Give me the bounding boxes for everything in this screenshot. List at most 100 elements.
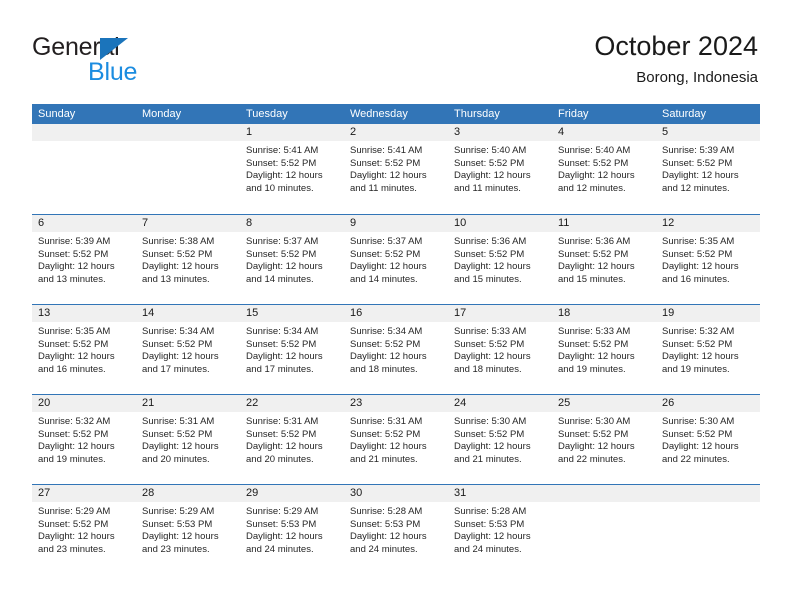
day-sun-info: Sunrise: 5:37 AM Sunset: 5:52 PM Daylight:… [240, 232, 344, 286]
daylight-text: Daylight: 12 hours and 12 minutes. [558, 170, 635, 194]
day-number [136, 124, 240, 141]
sunrise-text: Sunrise: 5:30 AM [662, 416, 735, 427]
calendar-day-cell[interactable]: 17 Sunrise: 5:33 AM Sunset: 5:52 PM Dayligh… [448, 305, 552, 394]
calendar-day-cell[interactable]: 5 Sunrise: 5:39 AM Sunset: 5:52 PM Daylight… [656, 124, 760, 214]
calendar-day-cell[interactable]: 26 Sunrise: 5:30 AM Sunset: 5:52 PM Dayligh… [656, 395, 760, 484]
sunset-text: Sunset: 5:52 PM [350, 248, 421, 260]
sunset-text: Sunset: 5:52 PM [142, 338, 213, 350]
title-block: October 2024 Borong, Indonesia [594, 30, 758, 88]
day-of-week-tuesday: Tuesday [246, 108, 288, 120]
day-of-week-sunday: Sunday [38, 108, 76, 120]
sunset-text: Sunset: 5:52 PM [558, 428, 629, 440]
calendar-day-cell[interactable]: 23 Sunrise: 5:31 AM Sunset: 5:52 PM Dayligh… [344, 395, 448, 484]
calendar-day-cell[interactable]: 4 Sunrise: 5:40 AM Sunset: 5:52 PM Daylight… [552, 124, 656, 214]
day-sun-info: Sunrise: 5:31 AM Sunset: 5:52 PM Daylight:… [240, 412, 344, 466]
calendar-day-cell[interactable]: 25 Sunrise: 5:30 AM Sunset: 5:52 PM Dayligh… [552, 395, 656, 484]
day-of-week-thursday: Thursday [454, 108, 500, 120]
calendar-day-cell[interactable]: 31 Sunrise: 5:28 AM Sunset: 5:53 PM Dayligh… [448, 485, 552, 574]
day-number [32, 124, 136, 141]
daylight-text: Daylight: 12 hours and 23 minutes. [142, 531, 219, 555]
calendar-week-row: 20 Sunrise: 5:32 AM Sunset: 5:52 PM Dayligh… [32, 394, 760, 484]
calendar-day-cell[interactable]: 8 Sunrise: 5:37 AM Sunset: 5:52 PM Daylight… [240, 215, 344, 304]
sunrise-text: Sunrise: 5:30 AM [558, 416, 631, 427]
sunrise-text: Sunrise: 5:35 AM [662, 236, 735, 247]
sunrise-text: Sunrise: 5:37 AM [350, 236, 423, 247]
day-number: 23 [344, 395, 448, 412]
calendar-day-cell[interactable]: 29 Sunrise: 5:29 AM Sunset: 5:53 PM Dayligh… [240, 485, 344, 574]
day-number: 28 [136, 485, 240, 502]
calendar-day-cell[interactable]: 3 Sunrise: 5:40 AM Sunset: 5:52 PM Daylight… [448, 124, 552, 214]
day-sun-info: Sunrise: 5:34 AM Sunset: 5:52 PM Daylight:… [240, 322, 344, 376]
calendar-day-cell-empty [136, 124, 240, 214]
calendar-day-cell[interactable]: 9 Sunrise: 5:37 AM Sunset: 5:52 PM Daylight… [344, 215, 448, 304]
calendar-day-cell[interactable]: 6 Sunrise: 5:39 AM Sunset: 5:52 PM Daylight… [32, 215, 136, 304]
calendar-week-row: 27 Sunrise: 5:29 AM Sunset: 5:52 PM Dayligh… [32, 484, 760, 574]
daylight-text: Daylight: 12 hours and 13 minutes. [38, 261, 115, 285]
daylight-text: Daylight: 12 hours and 19 minutes. [38, 441, 115, 465]
sunset-text: Sunset: 5:52 PM [662, 428, 733, 440]
day-number: 19 [656, 305, 760, 322]
calendar-day-cell[interactable]: 10 Sunrise: 5:36 AM Sunset: 5:52 PM Dayligh… [448, 215, 552, 304]
daylight-text: Daylight: 12 hours and 20 minutes. [246, 441, 323, 465]
day-sun-info: Sunrise: 5:39 AM Sunset: 5:52 PM Daylight:… [32, 232, 136, 286]
day-sun-info: Sunrise: 5:28 AM Sunset: 5:53 PM Daylight:… [448, 502, 552, 556]
day-number: 4 [552, 124, 656, 141]
day-number: 11 [552, 215, 656, 232]
sunrise-text: Sunrise: 5:31 AM [246, 416, 319, 427]
sunset-text: Sunset: 5:52 PM [662, 338, 733, 350]
calendar-day-cell[interactable]: 7 Sunrise: 5:38 AM Sunset: 5:52 PM Daylight… [136, 215, 240, 304]
sunrise-text: Sunrise: 5:39 AM [38, 236, 111, 247]
sunrise-text: Sunrise: 5:34 AM [246, 326, 319, 337]
day-number: 30 [344, 485, 448, 502]
day-sun-info: Sunrise: 5:36 AM Sunset: 5:52 PM Daylight:… [448, 232, 552, 286]
general-blue-logo[interactable]: General Blue [32, 33, 212, 86]
day-sun-info: Sunrise: 5:33 AM Sunset: 5:52 PM Daylight:… [552, 322, 656, 376]
sunrise-text: Sunrise: 5:32 AM [662, 326, 735, 337]
daylight-text: Daylight: 12 hours and 22 minutes. [662, 441, 739, 465]
calendar-day-cell[interactable]: 14 Sunrise: 5:34 AM Sunset: 5:52 PM Dayligh… [136, 305, 240, 394]
daylight-text: Daylight: 12 hours and 17 minutes. [246, 351, 323, 375]
sunset-text: Sunset: 5:53 PM [246, 518, 317, 530]
calendar-day-cell[interactable]: 12 Sunrise: 5:35 AM Sunset: 5:52 PM Dayligh… [656, 215, 760, 304]
day-number: 24 [448, 395, 552, 412]
daylight-text: Daylight: 12 hours and 14 minutes. [246, 261, 323, 285]
calendar-day-cell[interactable]: 1 Sunrise: 5:41 AM Sunset: 5:52 PM Daylight… [240, 124, 344, 214]
logo-text-blue: Blue [88, 58, 138, 86]
day-number: 14 [136, 305, 240, 322]
sunrise-text: Sunrise: 5:28 AM [454, 506, 527, 517]
calendar-day-cell[interactable]: 28 Sunrise: 5:29 AM Sunset: 5:53 PM Dayligh… [136, 485, 240, 574]
calendar-day-cell[interactable]: 24 Sunrise: 5:30 AM Sunset: 5:52 PM Dayligh… [448, 395, 552, 484]
calendar-day-cell[interactable]: 13 Sunrise: 5:35 AM Sunset: 5:52 PM Dayligh… [32, 305, 136, 394]
calendar-day-cell[interactable]: 27 Sunrise: 5:29 AM Sunset: 5:52 PM Dayligh… [32, 485, 136, 574]
day-number: 1 [240, 124, 344, 141]
daylight-text: Daylight: 12 hours and 10 minutes. [246, 170, 323, 194]
calendar-day-cell[interactable]: 2 Sunrise: 5:41 AM Sunset: 5:52 PM Daylight… [344, 124, 448, 214]
calendar-day-cell[interactable]: 21 Sunrise: 5:31 AM Sunset: 5:52 PM Dayligh… [136, 395, 240, 484]
sunrise-text: Sunrise: 5:31 AM [142, 416, 215, 427]
calendar-day-cell[interactable]: 11 Sunrise: 5:36 AM Sunset: 5:52 PM Dayligh… [552, 215, 656, 304]
day-number: 17 [448, 305, 552, 322]
page-subtitle: Borong, Indonesia [636, 69, 758, 86]
sunrise-text: Sunrise: 5:40 AM [454, 145, 527, 156]
calendar-day-cell[interactable]: 15 Sunrise: 5:34 AM Sunset: 5:52 PM Dayligh… [240, 305, 344, 394]
calendar-day-cell[interactable]: 20 Sunrise: 5:32 AM Sunset: 5:52 PM Dayligh… [32, 395, 136, 484]
sunrise-text: Sunrise: 5:32 AM [38, 416, 111, 427]
calendar-day-cell-empty [656, 485, 760, 574]
day-sun-info: Sunrise: 5:31 AM Sunset: 5:52 PM Daylight:… [344, 412, 448, 466]
calendar-day-cell[interactable]: 22 Sunrise: 5:31 AM Sunset: 5:52 PM Dayligh… [240, 395, 344, 484]
calendar-day-cell[interactable]: 18 Sunrise: 5:33 AM Sunset: 5:52 PM Dayligh… [552, 305, 656, 394]
day-number: 21 [136, 395, 240, 412]
day-of-week-friday: Friday [558, 108, 589, 120]
sunrise-text: Sunrise: 5:38 AM [142, 236, 215, 247]
calendar-page: General Blue October 2024 Borong, Indone… [0, 0, 792, 612]
calendar-day-cell[interactable]: 30 Sunrise: 5:28 AM Sunset: 5:53 PM Dayligh… [344, 485, 448, 574]
day-sun-info: Sunrise: 5:41 AM Sunset: 5:52 PM Daylight:… [240, 141, 344, 195]
daylight-text: Daylight: 12 hours and 24 minutes. [454, 531, 531, 555]
day-number: 22 [240, 395, 344, 412]
calendar-day-cell[interactable]: 16 Sunrise: 5:34 AM Sunset: 5:52 PM Dayligh… [344, 305, 448, 394]
calendar-week-row: 6 Sunrise: 5:39 AM Sunset: 5:52 PM Daylight… [32, 214, 760, 304]
sunrise-text: Sunrise: 5:34 AM [142, 326, 215, 337]
calendar-day-cell[interactable]: 19 Sunrise: 5:32 AM Sunset: 5:52 PM Dayligh… [656, 305, 760, 394]
day-number: 9 [344, 215, 448, 232]
sunrise-text: Sunrise: 5:39 AM [662, 145, 735, 156]
